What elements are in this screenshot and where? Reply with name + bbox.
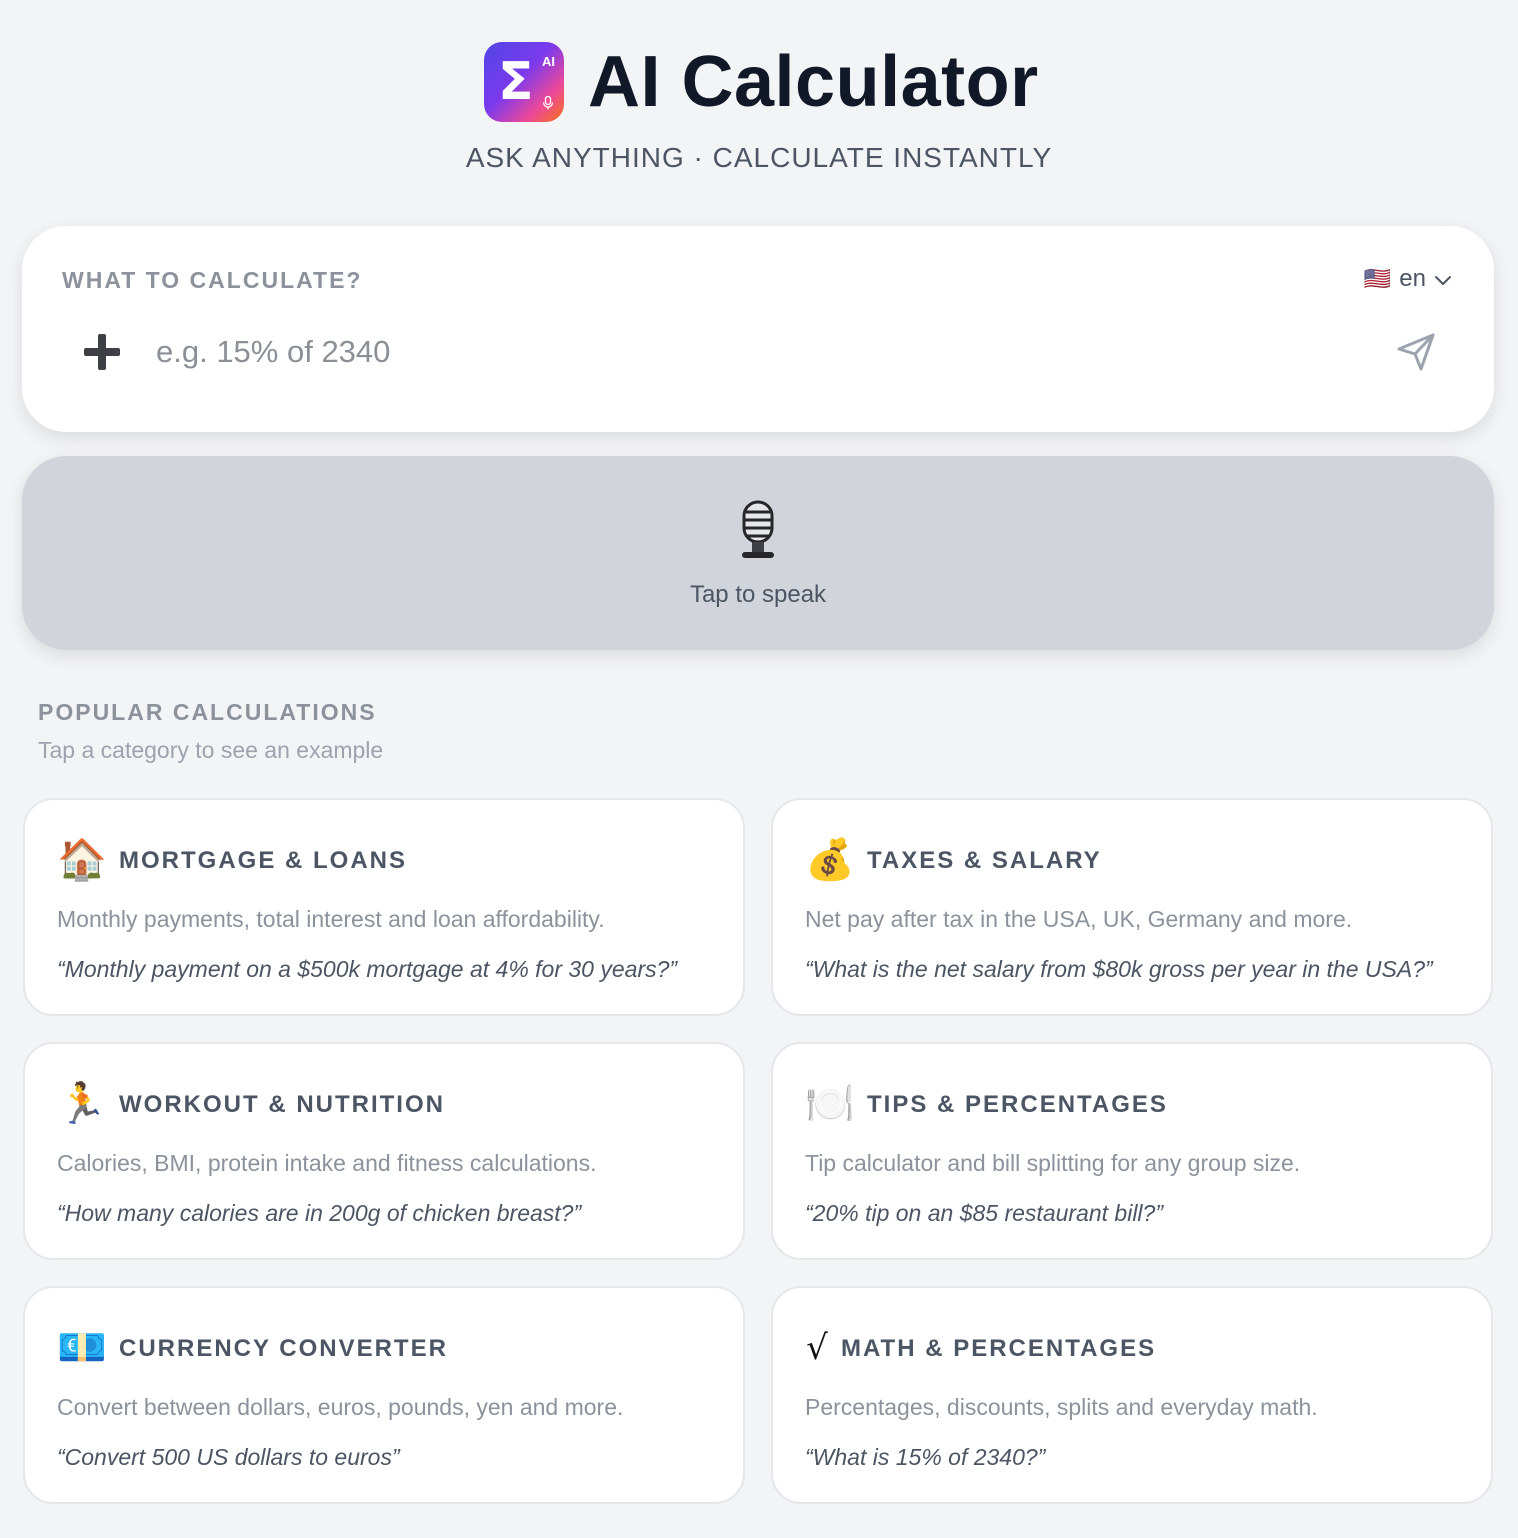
send-icon	[1397, 333, 1435, 371]
money-bag-icon: 💰	[805, 837, 855, 883]
category-description: Tip calculator and bill splitting for an…	[805, 1150, 1301, 1176]
tap-to-speak-button[interactable]: Tap to speak	[22, 456, 1494, 650]
tap-to-speak-label: Tap to speak	[689, 581, 827, 608]
category-title: TAXES & SALARY	[867, 847, 1102, 874]
language-selector[interactable]: 🇺🇸 en	[1364, 264, 1452, 294]
app-logo: Σ AI	[484, 42, 564, 122]
category-example: “20% tip on an $85 restaurant bill?”	[805, 1200, 1163, 1226]
category-description: Net pay after tax in the USA, UK, German…	[805, 906, 1353, 932]
square-root-icon: √	[806, 1328, 828, 1368]
category-title: MATH & PERCENTAGES	[841, 1335, 1157, 1362]
chevron-down-icon	[1434, 264, 1452, 294]
category-example: “Convert 500 US dollars to euros”	[57, 1444, 400, 1470]
category-description: Monthly payments, total interest and loa…	[57, 906, 605, 932]
category-example: “Monthly payment on a $500k mortgage at …	[57, 956, 678, 982]
category-example: “What is 15% of 2340?”	[805, 1444, 1046, 1470]
category-card-taxes[interactable]: 💰 TAXES & SALARY Net pay after tax in th…	[771, 798, 1493, 1016]
calculation-input-card: WHAT TO CALCULATE? 🇺🇸 en	[22, 226, 1494, 432]
euro-banknote-icon: 💶	[57, 1325, 107, 1371]
us-flag-icon: 🇺🇸	[1363, 266, 1392, 291]
category-description: Percentages, discounts, splits and every…	[805, 1394, 1318, 1420]
ai-badge: AI	[542, 54, 555, 69]
plate-cutlery-icon: 🍽️	[805, 1081, 855, 1127]
category-card-tips[interactable]: 🍽️ TIPS & PERCENTAGES Tip calculator and…	[771, 1042, 1493, 1260]
category-title: CURRENCY CONVERTER	[119, 1335, 448, 1362]
language-code: en	[1399, 265, 1426, 292]
category-card-math[interactable]: √ MATH & PERCENTAGES Percentages, discou…	[771, 1286, 1493, 1504]
category-description: Convert between dollars, euros, pounds, …	[57, 1394, 624, 1420]
category-example: “What is the net salary from $80k gross …	[805, 956, 1433, 982]
category-card-currency[interactable]: 💶 CURRENCY CONVERTER Convert between dol…	[23, 1286, 745, 1504]
category-description: Calories, BMI, protein intake and fitnes…	[57, 1150, 597, 1176]
input-label: WHAT TO CALCULATE?	[62, 267, 363, 293]
app-title: AI Calculator	[588, 42, 1039, 122]
mic-icon	[542, 95, 554, 113]
sigma-icon: Σ	[498, 52, 534, 112]
calculation-input[interactable]	[156, 326, 1356, 378]
category-title: MORTGAGE & LOANS	[119, 847, 407, 874]
house-icon: 🏠	[57, 837, 107, 883]
popular-calculations-title: POPULAR CALCULATIONS	[38, 699, 377, 725]
category-card-workout[interactable]: 🏃 WORKOUT & NUTRITION Calories, BMI, pro…	[23, 1042, 745, 1260]
category-title: WORKOUT & NUTRITION	[119, 1091, 445, 1118]
send-button[interactable]	[1394, 330, 1438, 374]
runner-icon: 🏃	[57, 1081, 107, 1127]
popular-calculations-subtitle: Tap a category to see an example	[38, 737, 384, 763]
category-example: “How many calories are in 200g of chicke…	[57, 1200, 582, 1226]
add-attachment-button[interactable]	[80, 330, 124, 374]
category-card-mortgage[interactable]: 🏠 MORTGAGE & LOANS Monthly payments, tot…	[23, 798, 745, 1016]
microphone-icon	[734, 500, 782, 560]
brand: Σ AI AI Calculator	[484, 42, 1039, 122]
tagline: ASK ANYTHING · CALCULATE INSTANTLY	[465, 142, 1053, 173]
category-title: TIPS & PERCENTAGES	[867, 1091, 1168, 1118]
